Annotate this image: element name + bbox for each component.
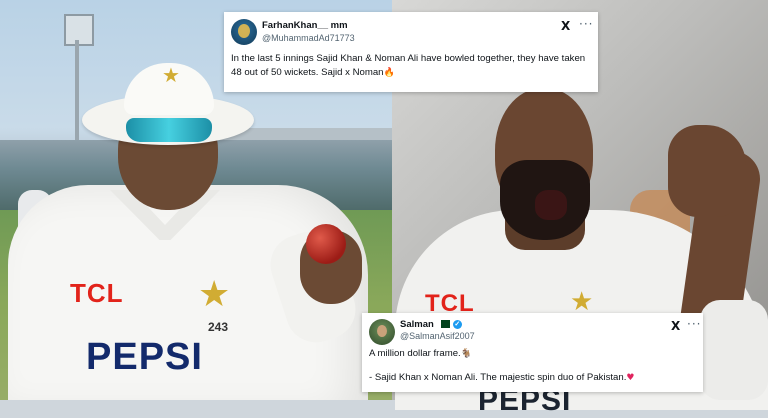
x-logo-icon[interactable]: X	[561, 19, 570, 33]
player2-hand	[668, 125, 746, 217]
sponsor-logo-pepsi: PEPSI	[86, 336, 203, 378]
crest-star-icon-2: ★	[570, 286, 594, 316]
tweet-line-2: - Sajid Khan x Noman Ali. The majestic s…	[369, 372, 627, 383]
avatar[interactable]	[231, 19, 257, 45]
verified-badge-icon: ✓	[452, 319, 462, 329]
tweet-display-name[interactable]: FarhanKhan__ mm	[262, 20, 348, 31]
display-name-text[interactable]: Salman	[400, 319, 434, 330]
tweet-body: In the last 5 innings Sajid Khan & Noman…	[231, 53, 586, 78]
cricket-ball	[306, 224, 346, 264]
sunglasses	[126, 118, 212, 142]
tweet-text: In the last 5 innings Sajid Khan & Noman…	[231, 52, 593, 80]
more-options-icon[interactable]: ···	[687, 317, 701, 331]
heart-emoji-icon: ♥	[626, 373, 635, 383]
tweet-line-2-wrap: - Sajid Khan x Noman Ali. The majestic s…	[369, 371, 699, 385]
avatar[interactable]	[369, 319, 395, 345]
tweet-display-name[interactable]: Salman ✓	[400, 319, 462, 330]
floodlight	[64, 14, 94, 46]
x-logo-icon[interactable]: X	[671, 319, 680, 333]
goat-emoji-icon: 🐐	[460, 349, 472, 359]
pakistan-flag-icon	[437, 320, 450, 329]
shirt-number: 243	[208, 320, 229, 334]
player2-mouth	[535, 190, 567, 220]
tweet-handle[interactable]: @SalmanAsif2007	[400, 331, 475, 341]
crest-star-icon: ★	[198, 273, 231, 314]
tweet-text: A million dollar frame.🐐 - Sajid Khan x …	[369, 347, 699, 385]
hat-star-icon: ★	[162, 65, 180, 87]
player2-sleeve	[700, 300, 768, 400]
fire-emoji-icon: 🔥	[383, 68, 395, 78]
tweet-card-salman[interactable]: Salman ✓ @SalmanAsif2007 X ··· A million …	[362, 313, 703, 392]
tweet-card-farhankhan[interactable]: FarhanKhan__ mm @MuhammadAd71773 X ··· I…	[224, 12, 598, 92]
sponsor-logo-tcl: TCL	[70, 278, 124, 308]
more-options-icon[interactable]: ···	[579, 17, 593, 31]
tweet-line-1: A million dollar frame.	[369, 348, 461, 359]
tweet-handle[interactable]: @MuhammadAd71773	[262, 33, 355, 43]
